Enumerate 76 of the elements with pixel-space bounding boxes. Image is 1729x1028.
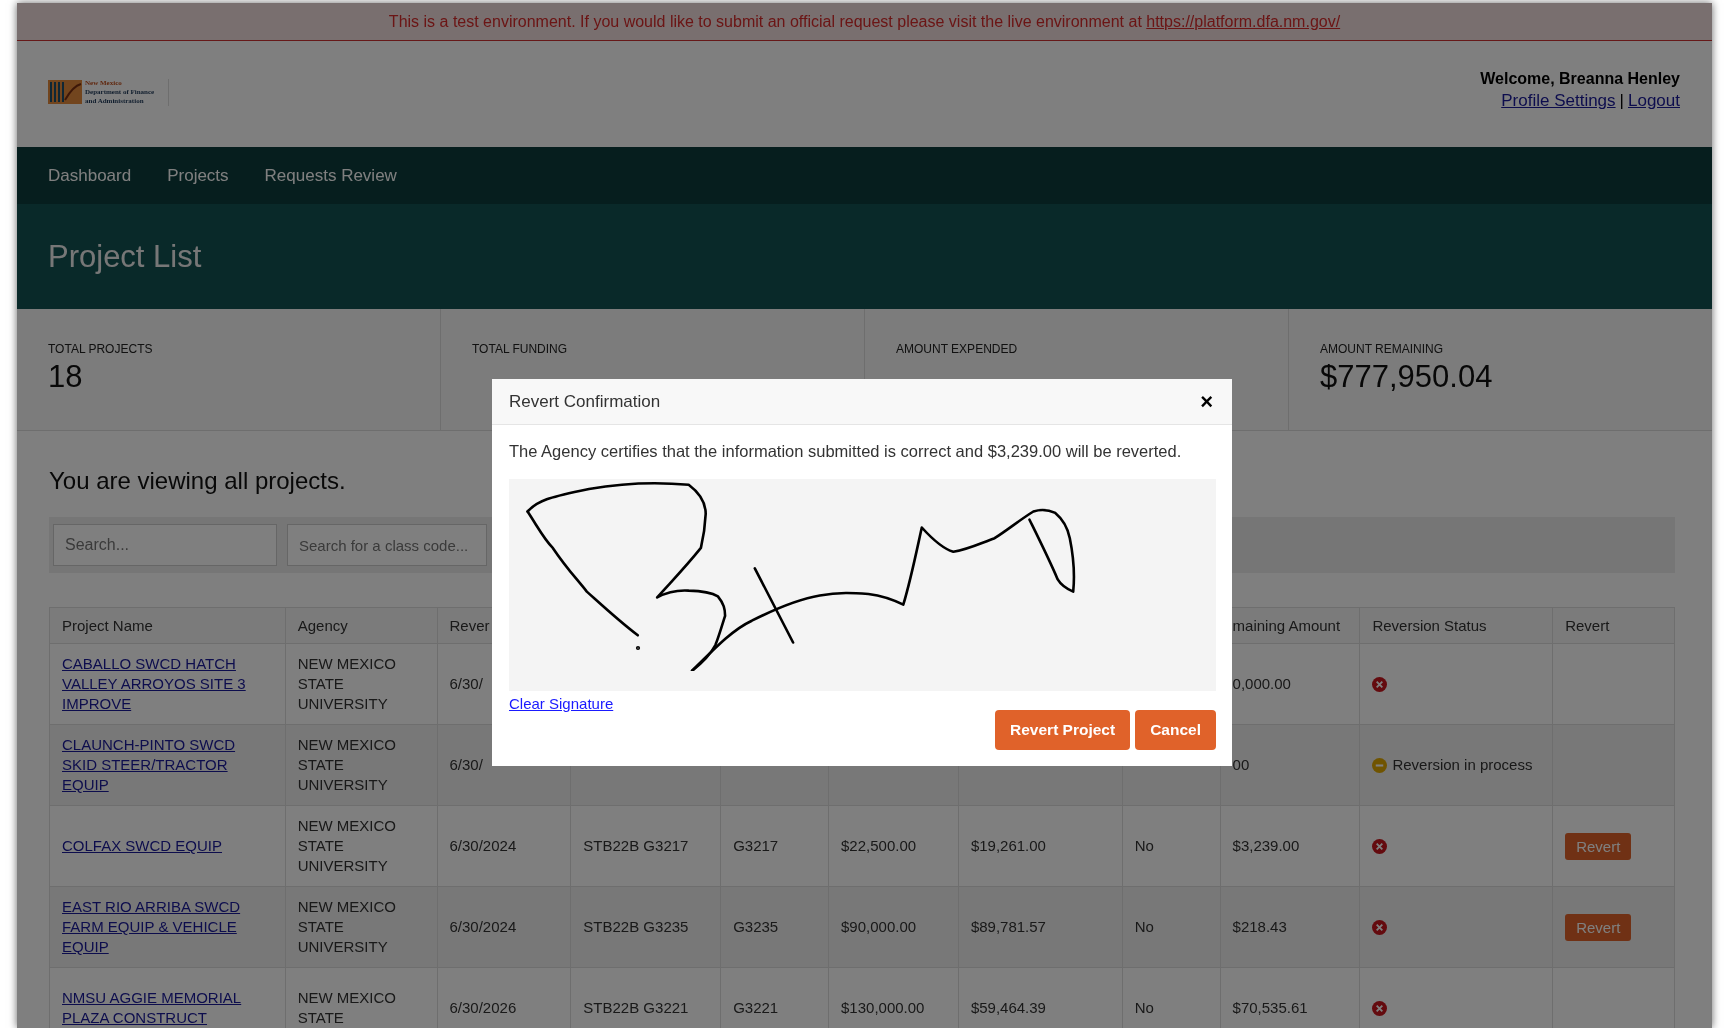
- revert-button[interactable]: Revert: [1565, 913, 1632, 941]
- table-cell: $3,239.00: [1232, 836, 1300, 856]
- table-cell-text: NEW MEXICO STATE UNIVERSITY: [297, 654, 398, 714]
- table-cell: 6/30/2026: [449, 998, 517, 1018]
- confirmation-message: The Agency certifies that the information submitted is correct and $3,239.00 will be reverted.: [509, 441, 1183, 462]
- stat-label: TOTAL PROJECTS: [48, 342, 154, 356]
- page-title: Project List: [48, 238, 202, 275]
- stat-label: TOTAL FUNDING: [472, 342, 569, 356]
- table-cell: G3235: [733, 917, 779, 937]
- table-cell: G3221: [733, 998, 779, 1018]
- cancel-button[interactable]: Cancel: [1135, 710, 1216, 750]
- table-cell-text: NEW MEXICO STATE: [297, 988, 398, 1028]
- table-cell: 0,000.00: [1232, 674, 1291, 694]
- welcome-text: Welcome, Breanna Henley: [1480, 69, 1680, 88]
- table-cell: 6/30/: [449, 674, 483, 694]
- error-icon: [1372, 838, 1388, 854]
- table-cell-text: NEW MEXICO STATE UNIVERSITY: [297, 816, 398, 876]
- signature-pad[interactable]: [509, 479, 1216, 691]
- table-cell-text: NEW MEXICO STATE UNIVERSITY: [297, 897, 398, 957]
- table-cell: 6/30/: [449, 755, 483, 775]
- table-cell: 6/30/2024: [449, 836, 517, 856]
- revert-project-button[interactable]: Revert Project: [995, 710, 1131, 750]
- project-link[interactable]: COLFAX SWCD EQUIP: [62, 836, 223, 856]
- project-link[interactable]: NMSU AGGIE MEMORIAL PLAZA CONSTRUCT: [62, 988, 273, 1028]
- error-icon: [1372, 1000, 1388, 1016]
- stat-value: $777,950.04: [1320, 359, 1494, 395]
- column-header: maining Amount: [1232, 615, 1341, 636]
- table-cell-text: NEW MEXICO STATE UNIVERSITY: [297, 735, 398, 795]
- project-link[interactable]: EAST RIO ARRIBA SWCD FARM EQUIP & VEHICLE EQUIP: [62, 897, 273, 957]
- stat-label: AMOUNT REMAINING: [1320, 342, 1445, 356]
- pending-icon: [1372, 757, 1388, 773]
- search-field[interactable]: Search for a class code...: [287, 524, 487, 566]
- live-environment-link[interactable]: https://platform.dfa.nm.gov/: [1146, 13, 1341, 30]
- project-link[interactable]: CLAUNCH-PINTO SWCD SKID STEER/TRACTOR EQUIP: [62, 735, 273, 795]
- table-cell: STB22B G3235: [583, 917, 689, 937]
- table-cell: STB22B G3217: [583, 836, 689, 856]
- table-cell: $90,000.00: [841, 917, 917, 937]
- banner-text: This is a test environment. If you would like to submit an official request please visit the live environment at https://platform.dfa.nm.gov/: [388, 13, 1341, 30]
- table-cell: G3217: [733, 836, 779, 856]
- column-header: Revert: [1565, 615, 1610, 636]
- stat-label: AMOUNT EXPENDED: [896, 342, 1019, 356]
- column-header: Rever: [449, 615, 490, 636]
- column-header: Agency: [297, 615, 348, 636]
- table-cell: No: [1134, 917, 1154, 937]
- nav-link[interactable]: Projects: [167, 165, 229, 186]
- error-icon: [1372, 676, 1388, 692]
- table-cell: 00: [1232, 755, 1250, 775]
- logout-link[interactable]: Logout: [1628, 90, 1680, 111]
- profile-settings-link[interactable]: Profile Settings: [1501, 90, 1616, 111]
- column-header: Reversion Status: [1372, 615, 1487, 636]
- dialog-title: Revert Confirmation: [509, 391, 661, 412]
- revert-button[interactable]: Revert: [1565, 832, 1632, 860]
- error-icon: [1372, 919, 1388, 935]
- table-cell: $70,535.61: [1232, 998, 1308, 1018]
- logo-icon: [48, 80, 82, 104]
- clear-signature-link[interactable]: Clear Signature: [509, 695, 614, 712]
- table-cell: No: [1134, 836, 1154, 856]
- status-text: Reversion in process: [1392, 755, 1533, 775]
- table-cell: $130,000.00: [841, 998, 925, 1018]
- stat-value: 18: [48, 359, 84, 395]
- table-cell: $89,781.57: [970, 917, 1046, 937]
- close-button[interactable]: ×: [1198, 388, 1215, 415]
- column-header: Project Name: [62, 615, 153, 636]
- table-cell: $19,261.00: [970, 836, 1046, 856]
- separator-text: |: [1619, 90, 1624, 111]
- search-field[interactable]: Search...: [53, 524, 277, 566]
- section-heading: You are viewing all projects.: [49, 467, 347, 495]
- table-cell: STB22B G3221: [583, 998, 689, 1018]
- table-cell: $59,464.39: [970, 998, 1046, 1018]
- table-cell: $22,500.00: [841, 836, 917, 856]
- nav-link[interactable]: Dashboard: [48, 165, 132, 186]
- project-link[interactable]: CABALLO SWCD HATCH VALLEY ARROYOS SITE 3 IMPROVE: [62, 654, 273, 714]
- table-cell: 6/30/2024: [449, 917, 517, 937]
- nav-link[interactable]: Requests Review: [264, 165, 397, 186]
- table-cell: No: [1134, 998, 1154, 1018]
- table-cell: $218.43: [1232, 917, 1287, 937]
